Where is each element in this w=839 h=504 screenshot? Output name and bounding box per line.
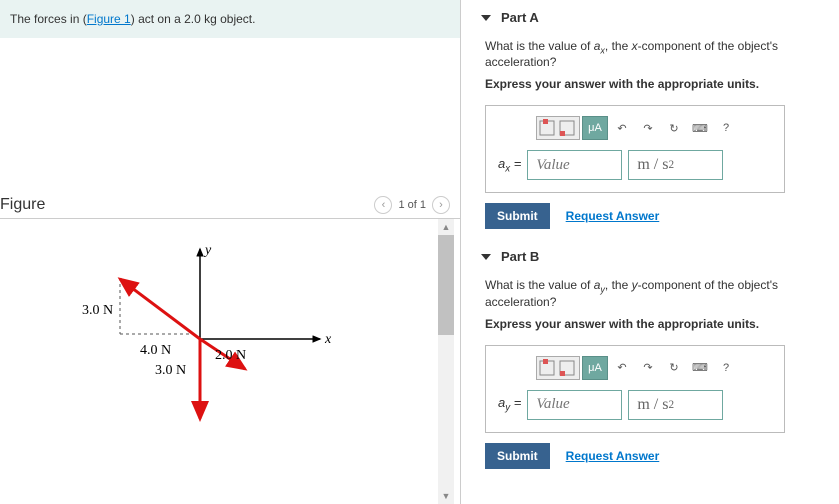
part-b-header[interactable]: Part B — [481, 249, 839, 264]
part-a-toolbar: μA ↶ ↷ ↻ ⌨ ? — [536, 116, 772, 140]
part-a-submit-button[interactable]: Submit — [485, 203, 550, 229]
caret-down-icon — [481, 254, 491, 260]
redo-button[interactable]: ↷ — [636, 116, 660, 140]
force-3-label: 2.0 N — [215, 348, 246, 363]
part-b: Part B What is the value of ay, the y-co… — [481, 249, 839, 468]
keyboard-button[interactable]: ⌨ — [688, 116, 712, 140]
force-2-label: 4.0 N — [140, 343, 171, 358]
scroll-thumb[interactable] — [438, 235, 454, 335]
part-a-answer-box: μA ↶ ↷ ↻ ⌨ ? ax = m / s2 — [485, 105, 785, 193]
part-a-header[interactable]: Part A — [481, 10, 839, 25]
figure-canvas: y x 3.0 N 4.0 N 2.0 N 3.0 N ▲ ▼ — [0, 219, 460, 504]
part-b-toolbar: μA ↶ ↷ ↻ ⌨ ? — [536, 356, 772, 380]
figure-pager: ‹ 1 of 1 › — [374, 196, 450, 214]
redo-button[interactable]: ↷ — [636, 356, 660, 380]
part-a-question: What is the value of ax, the x-component… — [485, 39, 839, 69]
problem-statement: The forces in (Figure 1) act on a 2.0 kg… — [0, 0, 460, 38]
keyboard-button[interactable]: ⌨ — [688, 356, 712, 380]
pager-text: 1 of 1 — [398, 199, 426, 211]
caret-down-icon — [481, 15, 491, 21]
part-a-unit-input[interactable]: m / s2 — [628, 150, 723, 180]
force-4-label: 3.0 N — [155, 363, 186, 378]
axis-y-label: y — [203, 243, 212, 258]
part-a-value-input[interactable] — [527, 150, 622, 180]
prompt-prefix: The forces in ( — [10, 12, 87, 26]
axis-x-label: x — [324, 332, 332, 347]
reset-button[interactable]: ↻ — [662, 356, 686, 380]
scroll-down-icon[interactable]: ▼ — [438, 488, 454, 504]
part-a-instruction: Express your answer with the appropriate… — [485, 77, 839, 91]
pager-prev-button[interactable]: ‹ — [374, 196, 392, 214]
figure-link[interactable]: Figure 1 — [87, 12, 131, 26]
help-button[interactable]: ? — [714, 356, 738, 380]
template-button[interactable] — [536, 116, 580, 140]
figure-title: Figure — [0, 196, 45, 214]
part-b-question: What is the value of ay, the y-component… — [485, 278, 839, 308]
part-b-var-label: ay = — [498, 395, 521, 414]
template-button[interactable] — [536, 356, 580, 380]
part-b-request-answer-link[interactable]: Request Answer — [566, 449, 660, 463]
units-button[interactable]: μA — [582, 116, 608, 140]
help-button[interactable]: ? — [714, 116, 738, 140]
units-button[interactable]: μA — [582, 356, 608, 380]
force-diagram: y x 3.0 N 4.0 N 2.0 N 3.0 N — [40, 239, 360, 439]
part-a: Part A What is the value of ax, the x-co… — [481, 10, 839, 229]
part-a-request-answer-link[interactable]: Request Answer — [566, 209, 660, 223]
part-b-answer-box: μA ↶ ↷ ↻ ⌨ ? ay = m / s2 — [485, 345, 785, 433]
force-1-label: 3.0 N — [82, 303, 113, 318]
prompt-suffix: ) act on a 2.0 kg object. — [131, 12, 256, 26]
scroll-up-icon[interactable]: ▲ — [438, 219, 454, 235]
part-b-value-input[interactable] — [527, 390, 622, 420]
reset-button[interactable]: ↻ — [662, 116, 686, 140]
figure-scrollbar[interactable]: ▲ ▼ — [438, 219, 454, 504]
undo-button[interactable]: ↶ — [610, 356, 634, 380]
part-b-instruction: Express your answer with the appropriate… — [485, 317, 839, 331]
part-a-title: Part A — [501, 10, 539, 25]
part-b-unit-input[interactable]: m / s2 — [628, 390, 723, 420]
pager-next-button[interactable]: › — [432, 196, 450, 214]
part-a-var-label: ax = — [498, 156, 521, 175]
undo-button[interactable]: ↶ — [610, 116, 634, 140]
part-b-submit-button[interactable]: Submit — [485, 443, 550, 469]
part-b-title: Part B — [501, 249, 539, 264]
